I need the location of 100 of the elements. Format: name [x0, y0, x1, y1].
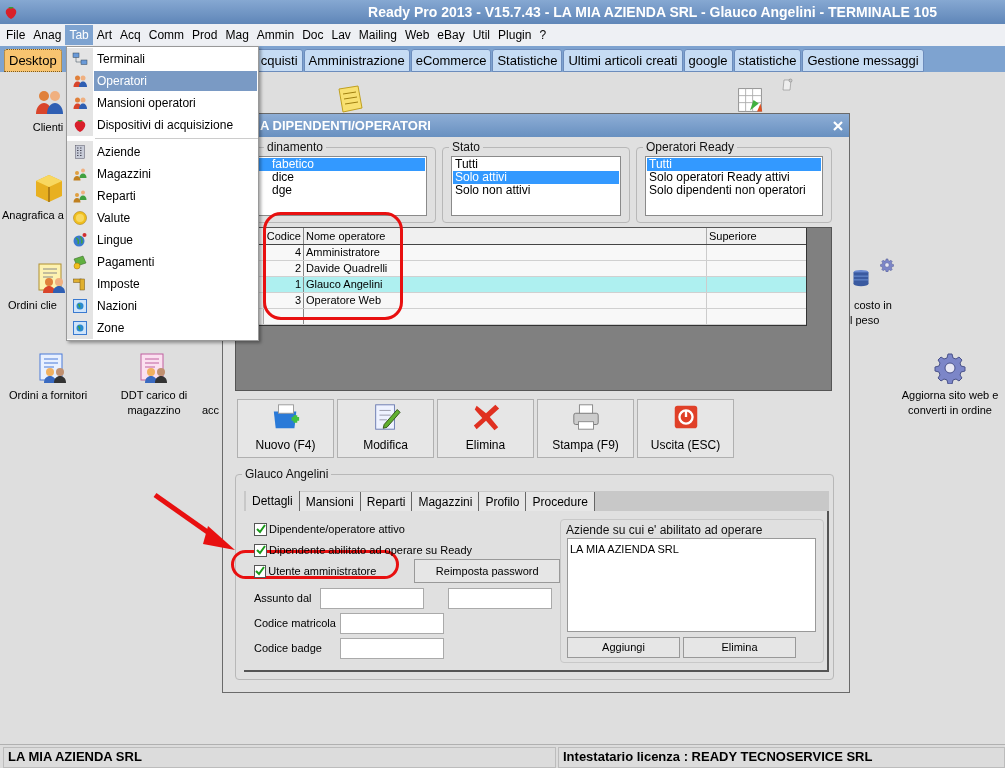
- menu-item[interactable]: Mailing: [354, 25, 401, 45]
- filter-option[interactable]: Solo non attivi: [453, 184, 619, 197]
- globe-icon: [72, 232, 88, 248]
- column-header[interactable]: Nome operatore: [304, 228, 707, 244]
- menu-item[interactable]: Doc: [298, 25, 328, 45]
- dialog-title: A DIPENDENTI/OPERATORI: [260, 116, 432, 135]
- desktop-icon-label[interactable]: acc: [202, 403, 220, 418]
- people-icon: [72, 73, 88, 89]
- desktop-icon-label[interactable]: DDT carico di magazzino: [112, 388, 196, 418]
- menu-item[interactable]: Ammin: [252, 25, 299, 45]
- desktop-icon-label[interactable]: costo in: [854, 298, 892, 313]
- tab[interactable]: Magazzini: [412, 492, 480, 511]
- money-icon: [72, 254, 88, 270]
- document-people-icon: [137, 352, 169, 384]
- close-button[interactable]: [831, 118, 845, 133]
- desktop-icon-label[interactable]: Ordini a fornitori: [9, 388, 88, 403]
- menu-entry[interactable]: Reparti: [94, 186, 257, 206]
- tab[interactable]: Mansioni: [299, 492, 361, 511]
- desktop-icon-label[interactable]: Ordini clie: [8, 298, 57, 313]
- field-label: Codice badge: [254, 641, 323, 657]
- column-header[interactable]: Codice: [264, 228, 304, 244]
- tab[interactable]: Ultimi articoli creati: [563, 49, 683, 72]
- group-title: Operatori Ready: [643, 139, 738, 155]
- desktop-icon-label[interactable]: l peso: [850, 313, 880, 328]
- checkbox-label: Dipendente/operatore attivo: [269, 521, 405, 537]
- network-icon: [72, 51, 88, 67]
- toolbar-button[interactable]: Stampa (F9): [537, 399, 634, 458]
- menu-entry[interactable]: Zone: [94, 318, 257, 338]
- tab[interactable]: eCommerce: [410, 49, 492, 72]
- desktop-icon-label[interactable]: Anagrafica a: [2, 208, 64, 223]
- check-icon: [255, 545, 266, 555]
- desktop-icon-label[interactable]: Aggiorna sito web e converti in ordine: [898, 388, 1002, 418]
- gear-icon: [880, 258, 894, 272]
- coin-icon: [72, 210, 88, 226]
- tab[interactable]: Amministrazione: [303, 49, 410, 72]
- toolbar-button[interactable]: Modifica: [337, 399, 434, 458]
- gear-icon: [934, 352, 966, 384]
- globe-icon: [72, 320, 88, 336]
- tab[interactable]: Statistiche: [492, 49, 563, 72]
- people-icon: [72, 188, 88, 204]
- menu-entry[interactable]: Dispositivi di acquisizione: [94, 115, 257, 135]
- check-icon: [255, 566, 266, 576]
- list-button[interactable]: Aggiungi: [567, 637, 680, 658]
- menu-item[interactable]: Mag: [221, 25, 253, 45]
- menu-item[interactable]: Comm: [144, 25, 189, 45]
- checkbox[interactable]: [254, 522, 267, 536]
- toolbar-button[interactable]: Uscita (ESC): [637, 399, 734, 458]
- tab[interactable]: statistiche: [733, 49, 802, 72]
- tab[interactable]: Procedure: [526, 492, 595, 511]
- list-button[interactable]: Elimina: [683, 637, 796, 658]
- group-title: Aziende su cui e' abilitato ad operare: [565, 522, 764, 538]
- menu-entry[interactable]: Mansioni operatori: [94, 93, 257, 113]
- menu-item[interactable]: Anag: [29, 25, 66, 45]
- list-item[interactable]: LA MIA AZIENDA SRL: [570, 541, 813, 558]
- checkbox[interactable]: [254, 543, 267, 557]
- menu-item[interactable]: Plugin: [494, 25, 536, 45]
- filter-option[interactable]: Solo dipendenti non operatori: [647, 184, 821, 197]
- tab[interactable]: Profilo: [479, 492, 527, 511]
- text-field[interactable]: [320, 588, 424, 609]
- text-field[interactable]: [340, 613, 444, 634]
- tab[interactable]: Desktop: [4, 49, 62, 72]
- people-icon: [72, 166, 88, 182]
- close-icon: [833, 120, 843, 131]
- building-icon: [72, 144, 88, 160]
- table-cell: 3: [264, 293, 304, 308]
- table-cell: Operatore Web: [304, 293, 707, 308]
- checkbox[interactable]: [254, 564, 267, 578]
- tab[interactable]: Gestione messaggi: [802, 49, 924, 72]
- document-people-icon: [36, 352, 68, 384]
- group-title: Glauco Angelini: [242, 466, 332, 482]
- filter-option[interactable]: Tutti: [453, 158, 619, 171]
- toolbar-button[interactable]: Nuovo (F4): [237, 399, 334, 458]
- text-field[interactable]: [448, 588, 552, 609]
- tab[interactable]: google: [683, 49, 733, 72]
- column-header[interactable]: Superiore: [707, 228, 806, 244]
- table-cell: Davide Quadrelli: [304, 261, 707, 276]
- menu-item[interactable]: Util: [468, 25, 495, 45]
- box-icon: [33, 172, 65, 204]
- tab[interactable]: Reparti: [360, 492, 413, 511]
- menu-item[interactable]: Acq: [116, 25, 145, 45]
- field-label: Assunto dal: [254, 591, 313, 607]
- menu-item[interactable]: Lav: [327, 25, 355, 45]
- menu-item[interactable]: ?: [535, 25, 551, 45]
- toolbar-button[interactable]: Elimina: [437, 399, 534, 458]
- table-cell: Amministratore: [304, 245, 707, 260]
- reset-password-button[interactable]: Reimposta password: [414, 559, 560, 583]
- text-field[interactable]: [340, 638, 444, 659]
- menu-entry[interactable]: Valute: [94, 208, 257, 228]
- menu-item[interactable]: eBay: [433, 25, 469, 45]
- field-label: Codice matricola: [254, 616, 337, 632]
- filter-option[interactable]: Solo operatori Ready attivi: [647, 171, 821, 184]
- menu-item[interactable]: Prod: [188, 25, 222, 45]
- table-cell: 2: [264, 261, 304, 276]
- menu-item[interactable]: Web: [400, 25, 434, 45]
- tab[interactable]: Dettagli: [246, 491, 300, 511]
- menu-item[interactable]: File: [2, 25, 30, 45]
- table-cell: Glauco Angelini: [304, 277, 707, 292]
- menu-item[interactable]: Art: [92, 25, 117, 45]
- scroll-icon: [780, 76, 796, 94]
- people-icon: [72, 95, 88, 111]
